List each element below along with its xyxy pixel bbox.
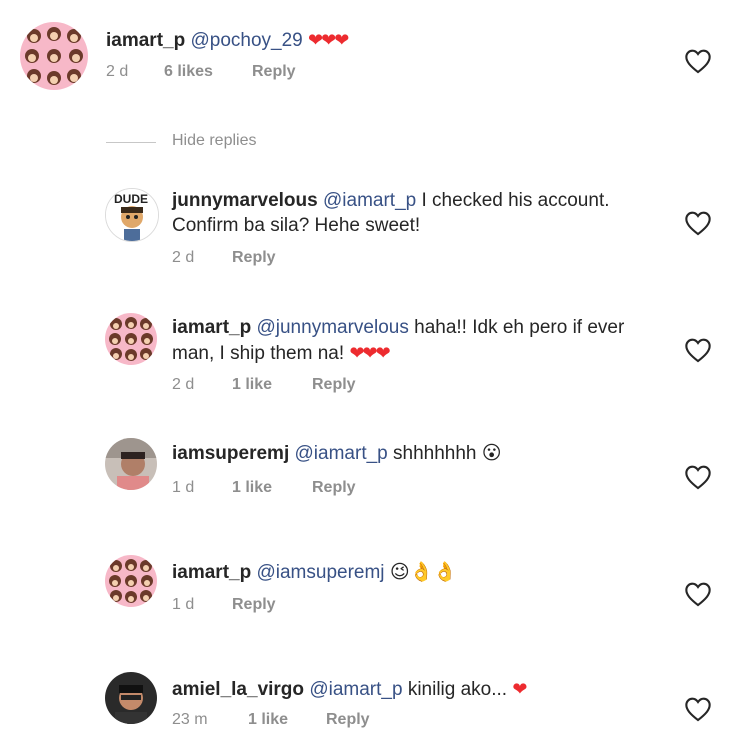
comment-time: 2 d bbox=[172, 249, 195, 266]
heart-emoji: ❤ bbox=[512, 679, 527, 699]
comment-time: 1 d bbox=[172, 479, 195, 496]
reply-button[interactable]: Reply bbox=[252, 62, 296, 82]
heart-like-icon[interactable] bbox=[684, 210, 712, 236]
comment-text: iamart_p @junnymarvelous haha!! Idk eh p… bbox=[172, 315, 624, 341]
avatar[interactable]: DUDE bbox=[105, 188, 159, 242]
comment-username[interactable]: iamsuperemj bbox=[172, 443, 289, 464]
comment-body: kinilig ako... bbox=[407, 679, 508, 700]
reply-button[interactable]: Reply bbox=[312, 375, 356, 395]
comment-mention[interactable]: @junnymarvelous bbox=[256, 317, 408, 338]
reply-item: iamart_p @iamsuperemj 😉👌👌 1 d Reply bbox=[0, 553, 750, 653]
comment-time: 23 m bbox=[172, 711, 208, 728]
reply-item: DUDE junnymarvelous @iamart_p I checked … bbox=[0, 180, 750, 280]
comment-body: haha!! Idk eh pero if ever bbox=[414, 317, 625, 338]
reply-item: iamsuperemj @iamart_p shhhhhhh 😮 1 d 1 l… bbox=[0, 434, 750, 534]
comment-text-line2: Confirm ba sila? Hehe sweet! bbox=[172, 213, 420, 239]
comment-text-line2: man, I ship them na! ❤❤❤ bbox=[172, 340, 391, 367]
reply-item: amiel_la_virgo @iamart_p kinilig ako... … bbox=[0, 670, 750, 750]
comment-body-line2: Confirm ba sila? Hehe sweet! bbox=[172, 215, 421, 236]
likes-count-link[interactable]: 6 likes bbox=[164, 62, 213, 82]
comment-meta: 1 d 1 like Reply bbox=[172, 478, 422, 498]
comment-username[interactable]: iamart_p bbox=[106, 30, 185, 51]
comment-mention[interactable]: @iamart_p bbox=[295, 443, 388, 464]
likes-count-link[interactable]: 1 like bbox=[232, 478, 272, 498]
comment-body: I checked his account. bbox=[421, 190, 610, 211]
comment-meta: 2 d 1 like Reply bbox=[172, 375, 422, 395]
heart-like-icon[interactable] bbox=[684, 48, 712, 74]
comment-username[interactable]: junnymarvelous bbox=[172, 190, 318, 211]
comment-username[interactable]: amiel_la_virgo bbox=[172, 679, 304, 700]
avatar[interactable] bbox=[20, 22, 88, 90]
shocked-face-emoji: 😮 bbox=[481, 443, 502, 464]
comment-body: shhhhhhh bbox=[393, 443, 477, 464]
avatar[interactable] bbox=[105, 555, 157, 607]
heart-like-icon[interactable] bbox=[684, 696, 712, 722]
avatar[interactable] bbox=[105, 313, 157, 365]
comment-username[interactable]: iamart_p bbox=[172, 562, 251, 583]
comment-item: iamart_p @pochoy_29 ❤❤❤ 2 d 6 likes Repl… bbox=[0, 0, 750, 110]
reply-button[interactable]: Reply bbox=[326, 710, 370, 730]
comment-mention[interactable]: @iamsuperemj bbox=[256, 562, 384, 583]
comment-mention[interactable]: @pochoy_29 bbox=[190, 30, 302, 51]
comment-meta: 2 d 6 likes Reply bbox=[106, 62, 356, 82]
comment-mention[interactable]: @iamart_p bbox=[309, 679, 402, 700]
wink-ok-hand-emoji: 😉👌👌 bbox=[389, 562, 457, 583]
comment-time: 2 d bbox=[172, 376, 195, 393]
comment-text: junnymarvelous @iamart_p I checked his a… bbox=[172, 188, 610, 214]
comment-meta: 1 d Reply bbox=[172, 595, 422, 615]
reply-button[interactable]: Reply bbox=[232, 595, 276, 615]
avatar[interactable] bbox=[105, 438, 157, 490]
comment-text: iamart_p @iamsuperemj 😉👌👌 bbox=[172, 560, 457, 586]
reply-button[interactable]: Reply bbox=[232, 248, 276, 268]
comment-time: 1 d bbox=[172, 596, 195, 613]
comment-meta: 2 d Reply bbox=[172, 248, 422, 268]
heart-emoji: ❤❤❤ bbox=[349, 343, 390, 363]
comment-time: 2 d bbox=[106, 63, 129, 80]
reply-item: iamart_p @junnymarvelous haha!! Idk eh p… bbox=[0, 307, 750, 407]
likes-count-link[interactable]: 1 like bbox=[232, 375, 272, 395]
heart-like-icon[interactable] bbox=[684, 464, 712, 490]
heart-like-icon[interactable] bbox=[684, 581, 712, 607]
comment-mention[interactable]: @iamart_p bbox=[323, 190, 416, 211]
avatar[interactable] bbox=[105, 672, 157, 724]
heart-like-icon[interactable] bbox=[684, 337, 712, 363]
hide-replies-label: Hide replies bbox=[172, 132, 257, 149]
comment-text: amiel_la_virgo @iamart_p kinilig ako... … bbox=[172, 676, 527, 703]
svg-text:DUDE: DUDE bbox=[114, 192, 148, 206]
comment-meta: 23 m 1 like Reply bbox=[172, 710, 422, 730]
reply-button[interactable]: Reply bbox=[312, 478, 356, 498]
likes-count-link[interactable]: 1 like bbox=[248, 710, 288, 730]
heart-emoji: ❤❤❤ bbox=[308, 30, 349, 50]
comment-text: iamsuperemj @iamart_p shhhhhhh 😮 bbox=[172, 441, 502, 467]
comment-text: iamart_p @pochoy_29 ❤❤❤ bbox=[106, 27, 349, 54]
comment-body-line2: man, I ship them na! bbox=[172, 343, 345, 364]
hide-replies-divider bbox=[106, 142, 156, 143]
comment-username[interactable]: iamart_p bbox=[172, 317, 251, 338]
